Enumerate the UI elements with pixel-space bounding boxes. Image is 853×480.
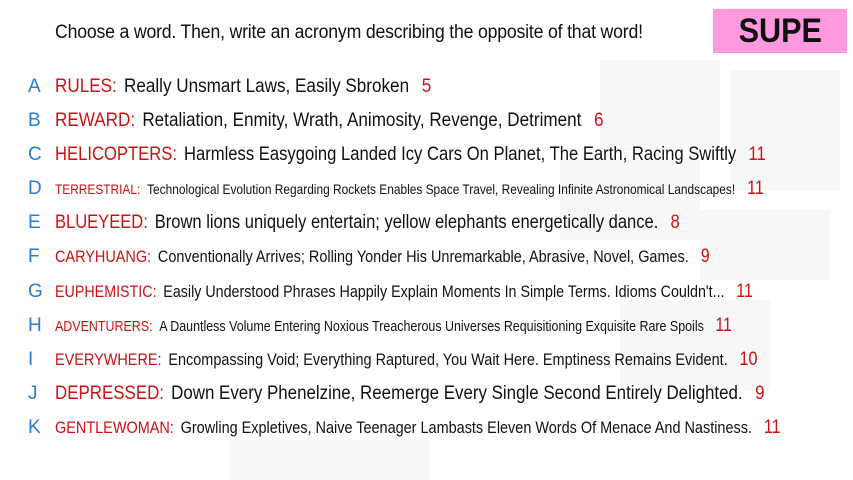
option-letter: F (28, 246, 40, 267)
letter-count: 11 (763, 417, 781, 438)
chosen-word: GENTLEWOMAN (55, 418, 170, 437)
letter-count: 6 (594, 110, 604, 131)
option-letter: H (28, 315, 42, 336)
letter-count: 11 (736, 281, 753, 302)
acronym-text: Brown lions uniquely entertain; yellow e… (154, 212, 659, 233)
option-letter: J (28, 383, 38, 404)
chosen-word: ADVENTURERS (55, 317, 150, 335)
option-letter: D (28, 178, 42, 199)
letter-count: 8 (670, 212, 680, 233)
option-letter: G (28, 281, 43, 302)
acronym-text: Growling Expletives, Naive Teenager Lamb… (180, 418, 752, 437)
option-letter: B (28, 110, 41, 131)
acronym-text: Technological Evolution Regarding Rocket… (147, 181, 736, 197)
letter-count: 5 (421, 76, 432, 97)
chosen-word: EVERYWHERE (55, 350, 158, 369)
acronym-text: Down Every Phenelzine, Reemerge Every Si… (171, 383, 743, 404)
chosen-word: REWARD (55, 110, 131, 131)
acronym-text: Encompassing Void; Everything Raptured, … (168, 350, 728, 369)
chosen-word: BLUEYEED (55, 212, 144, 233)
letter-count: 9 (755, 383, 765, 404)
option-letter: A (28, 76, 41, 97)
letter-count: 11 (748, 144, 766, 165)
chosen-word: CARYHUANG (55, 247, 148, 266)
chosen-word: HELICOPTERS (55, 144, 173, 165)
acronym-text: Conventionally Arrives; Rolling Yonder H… (157, 247, 689, 266)
letter-count: 10 (739, 349, 758, 370)
acronym-text: A Dauntless Volume Entering Noxious Trea… (159, 317, 704, 335)
player-name-badge: SUPE (713, 9, 847, 53)
chosen-word: EUPHEMISTIC (55, 282, 153, 301)
letter-count: 9 (700, 246, 710, 267)
instruction-text: Choose a word. Then, write an acronym de… (55, 22, 643, 43)
player-name: SUPE (738, 11, 822, 50)
chosen-word: DEPRESSED (55, 383, 160, 404)
chosen-word: RULES (55, 76, 113, 97)
chosen-word: TERRESTRIAL (55, 181, 137, 197)
acronym-text: Really Unsmart Laws, Easily Sbroken (123, 76, 410, 97)
acronym-text: Retaliation, Enmity, Wrath, Animosity, R… (142, 110, 582, 131)
option-letter: E (28, 212, 41, 233)
option-letter: K (28, 417, 41, 438)
background (0, 0, 853, 480)
option-letter: C (28, 144, 42, 165)
letter-count: 11 (715, 315, 732, 336)
option-letter: I (28, 349, 34, 370)
acronym-text: Easily Understood Phrases Happily Explai… (163, 282, 725, 301)
acronym-text: Harmless Easygoing Landed Icy Cars On Pl… (183, 144, 737, 165)
letter-count: 11 (747, 178, 764, 199)
